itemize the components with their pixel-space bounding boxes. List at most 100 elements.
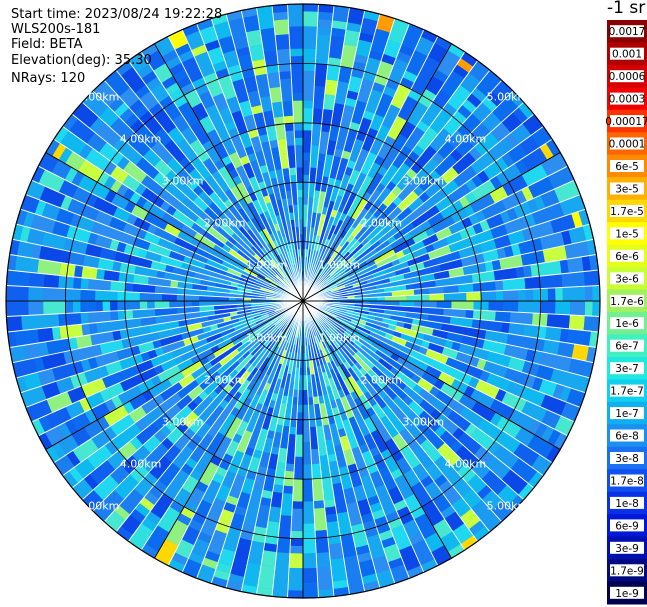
colorbar-tick-label: 0.0006 xyxy=(609,71,646,83)
range-gate xyxy=(147,301,155,310)
range-gate xyxy=(20,301,29,316)
range-gate xyxy=(276,537,291,554)
range-gate xyxy=(303,197,309,205)
range-gate xyxy=(303,48,317,72)
range-gate xyxy=(297,404,303,413)
colorbar-tick-label: 0.0017 xyxy=(609,26,646,38)
range-gate xyxy=(316,552,331,568)
range-gate xyxy=(317,26,332,36)
range-gate xyxy=(289,545,303,554)
range-gate xyxy=(303,479,314,495)
range-label: 3.00km xyxy=(403,175,445,188)
colorbar-tick-label: 1e-7 xyxy=(615,408,639,420)
range-gate xyxy=(303,78,315,101)
range-gate xyxy=(291,508,303,532)
colorbar-tick-label: 6e-9 xyxy=(615,520,639,532)
range-gate xyxy=(103,269,113,281)
range-gate xyxy=(569,301,586,316)
range-gate xyxy=(109,301,118,312)
ppi-plot: 1.00km 1.00km 1.00km 1.00km 2.00km 2.00km 2.00… xyxy=(5,3,601,599)
range-gate xyxy=(28,286,44,301)
range-gate xyxy=(501,322,510,334)
range-gate xyxy=(503,289,519,301)
range-gate xyxy=(292,100,303,123)
range-gate xyxy=(436,301,452,309)
range-gate xyxy=(117,291,140,301)
range-gate xyxy=(282,485,294,494)
range-gate xyxy=(275,34,290,50)
colorbar-tick-label: 3e-5 xyxy=(615,184,639,196)
range-label: 3.00km xyxy=(403,415,445,428)
range-gate xyxy=(303,100,314,109)
range-gate xyxy=(583,270,600,287)
range-gate xyxy=(303,523,315,532)
range-gate xyxy=(290,530,303,539)
colorbar-tick-label: 1e-6 xyxy=(615,318,639,330)
colorbar-tick-label: 1e-5 xyxy=(615,228,639,240)
range-gate xyxy=(285,463,295,472)
colorbar-tick-label: 1.7e-7 xyxy=(610,386,644,398)
range-gate xyxy=(303,582,319,598)
range-gate xyxy=(317,11,334,21)
range-gate xyxy=(293,122,303,131)
range-gate xyxy=(292,501,303,509)
range-gate xyxy=(288,433,296,442)
colorbar-tick-label: 3e-6 xyxy=(615,273,639,285)
range-label: 1.00km xyxy=(246,331,288,344)
range-label: 2.00km xyxy=(361,373,403,386)
colorbar: 0.0017 0.001 0.0006 0.0003 0.00017 0.0001 6e-5… xyxy=(606,20,647,605)
range-gate xyxy=(65,312,82,326)
range-gate xyxy=(540,301,556,315)
range-gate xyxy=(303,464,313,480)
range-gate xyxy=(303,11,319,27)
range-gate xyxy=(21,315,38,331)
range-gate xyxy=(324,506,337,516)
colorbar-tick-label: 3e-9 xyxy=(615,543,639,555)
range-gate xyxy=(290,55,303,79)
nrays-text: NRays: 120 xyxy=(11,71,86,86)
range-gate xyxy=(554,273,563,288)
range-label: 2.00km xyxy=(361,217,403,230)
range-gate xyxy=(287,3,303,27)
range-label: 5.00km xyxy=(78,91,120,104)
range-gate xyxy=(488,301,504,312)
range-label: 1.00km xyxy=(246,259,288,272)
range-gate xyxy=(110,310,119,322)
range-label: 4.00km xyxy=(120,457,162,470)
range-label: 5.00km xyxy=(487,91,529,104)
range-label: 1.00km xyxy=(319,259,361,272)
range-gate xyxy=(303,501,315,524)
range-gate xyxy=(592,285,600,301)
range-gate xyxy=(332,5,350,23)
colorbar-tick-label: 6e-7 xyxy=(615,341,639,353)
range-gate xyxy=(95,301,103,312)
range-gate xyxy=(539,274,556,289)
colorbar-tick-label: 6e-6 xyxy=(615,251,639,263)
range-gate xyxy=(303,3,319,12)
colorbar-tick-label: 3e-8 xyxy=(615,453,639,465)
range-gate xyxy=(555,301,571,315)
range-gate xyxy=(518,289,526,301)
range-gate xyxy=(555,287,563,301)
colorbar-tick-label: 1.7e-6 xyxy=(610,296,644,308)
range-gate xyxy=(6,270,30,287)
range-gate xyxy=(303,107,314,131)
range-gate xyxy=(74,265,83,278)
range-gate xyxy=(117,301,140,311)
range-gate xyxy=(292,479,303,502)
range-gate xyxy=(294,130,303,138)
range-gate xyxy=(80,312,89,325)
range-gate xyxy=(291,78,303,94)
range-gate xyxy=(466,291,482,301)
range-gate xyxy=(297,189,303,198)
colorbar-tick-label: 0.0003 xyxy=(609,94,646,106)
colorbar-tick-label: 1e-9 xyxy=(615,588,639,600)
range-label: 4.00km xyxy=(120,133,162,146)
range-gate xyxy=(6,315,23,332)
range-gate xyxy=(28,301,44,316)
range-gate xyxy=(43,273,60,289)
range-gate xyxy=(515,266,525,279)
range-label: 2.00km xyxy=(204,217,246,230)
range-gate xyxy=(317,19,333,28)
range-gate xyxy=(191,301,200,307)
